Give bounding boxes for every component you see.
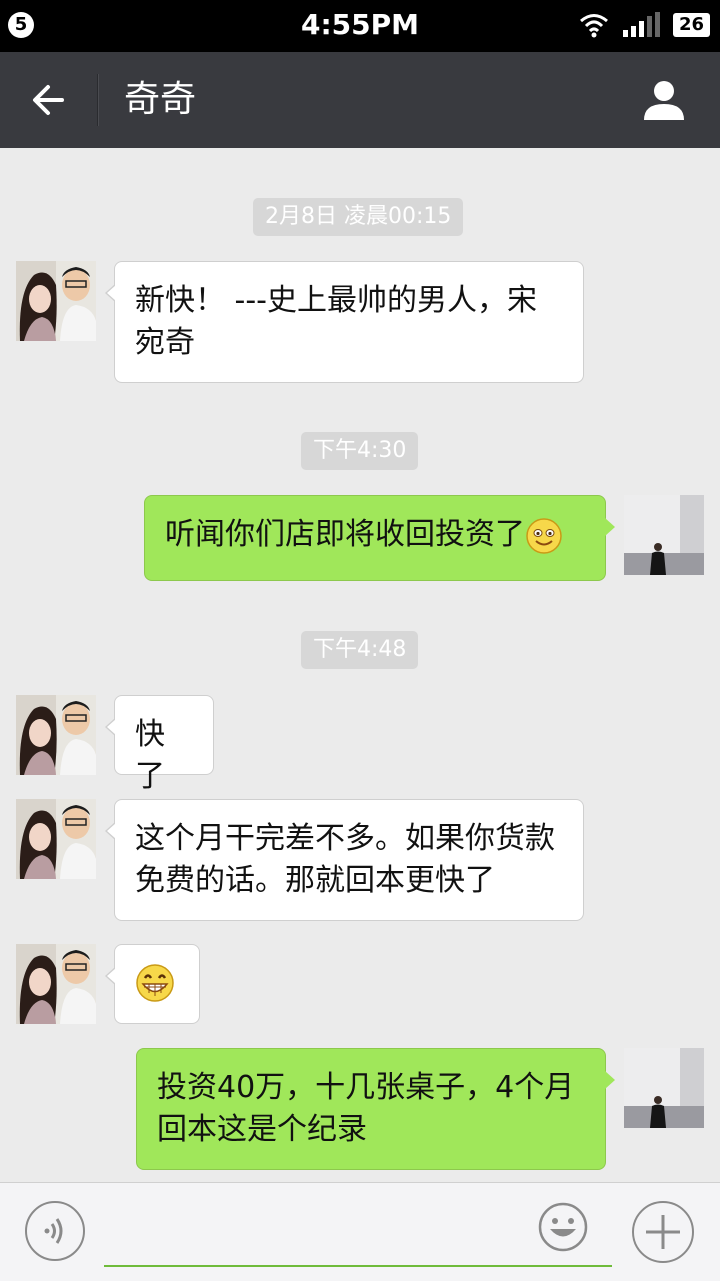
- plus-icon: [646, 1215, 680, 1249]
- contact-profile-icon[interactable]: [642, 78, 686, 122]
- status-icons: 26: [579, 12, 710, 38]
- sent-message-bubble[interactable]: 投资40万，十几张桌子，4个月回本这是个纪录: [136, 1048, 615, 1170]
- received-message-bubble[interactable]: 新快！ ---史上最帅的男人，宋宛奇: [105, 261, 584, 383]
- contact-avatar[interactable]: [16, 944, 96, 1024]
- contact-avatar[interactable]: [16, 695, 96, 775]
- message-text: 快了: [135, 717, 165, 794]
- message-input-bar: [0, 1182, 720, 1281]
- voice-input-button[interactable]: [25, 1201, 85, 1261]
- more-options-button[interactable]: [632, 1201, 694, 1263]
- grin-emoji-icon: [136, 964, 174, 1002]
- chat-title: 奇奇: [124, 79, 197, 120]
- emoji-button-icon[interactable]: [538, 1202, 588, 1252]
- received-message-bubble[interactable]: [105, 944, 200, 1024]
- message-text-input[interactable]: [104, 1201, 612, 1267]
- battery-indicator: 26: [672, 13, 710, 37]
- message-text: 这个月干完差不多。如果你货款免费的话。那就回本更快了: [135, 821, 555, 898]
- message-text: 新快！ ---史上最帅的男人，宋宛奇: [135, 283, 538, 360]
- message-text: 投资40万，十几张桌子，4个月回本这是个纪录: [157, 1070, 575, 1147]
- self-avatar[interactable]: [624, 1048, 704, 1128]
- contact-avatar[interactable]: [16, 799, 96, 879]
- signal-icon: [622, 12, 660, 37]
- message-text: 听闻你们店即将收回投资了: [165, 517, 525, 552]
- contact-avatar[interactable]: [16, 261, 96, 341]
- self-avatar[interactable]: [624, 495, 704, 575]
- back-arrow-icon[interactable]: [26, 74, 78, 126]
- voice-icon: [44, 1218, 63, 1244]
- received-message-bubble[interactable]: 快了: [105, 695, 214, 794]
- wifi-icon: [579, 14, 608, 38]
- status-bar: 5 4:55PM 26: [0, 0, 720, 52]
- sent-message-bubble[interactable]: 听闻你们店即将收回投资了: [144, 495, 615, 581]
- received-message-bubble[interactable]: 这个月干完差不多。如果你货款免费的话。那就回本更快了: [105, 799, 584, 921]
- chat-header: 奇奇: [0, 52, 720, 148]
- smile-emoji-icon: [526, 517, 562, 554]
- timestamp-label: 下午4:30: [301, 432, 419, 470]
- timestamp-label: 2月8日 凌晨00:15: [253, 198, 464, 236]
- header-divider: [97, 74, 98, 126]
- timestamp-label: 下午4:48: [301, 631, 419, 669]
